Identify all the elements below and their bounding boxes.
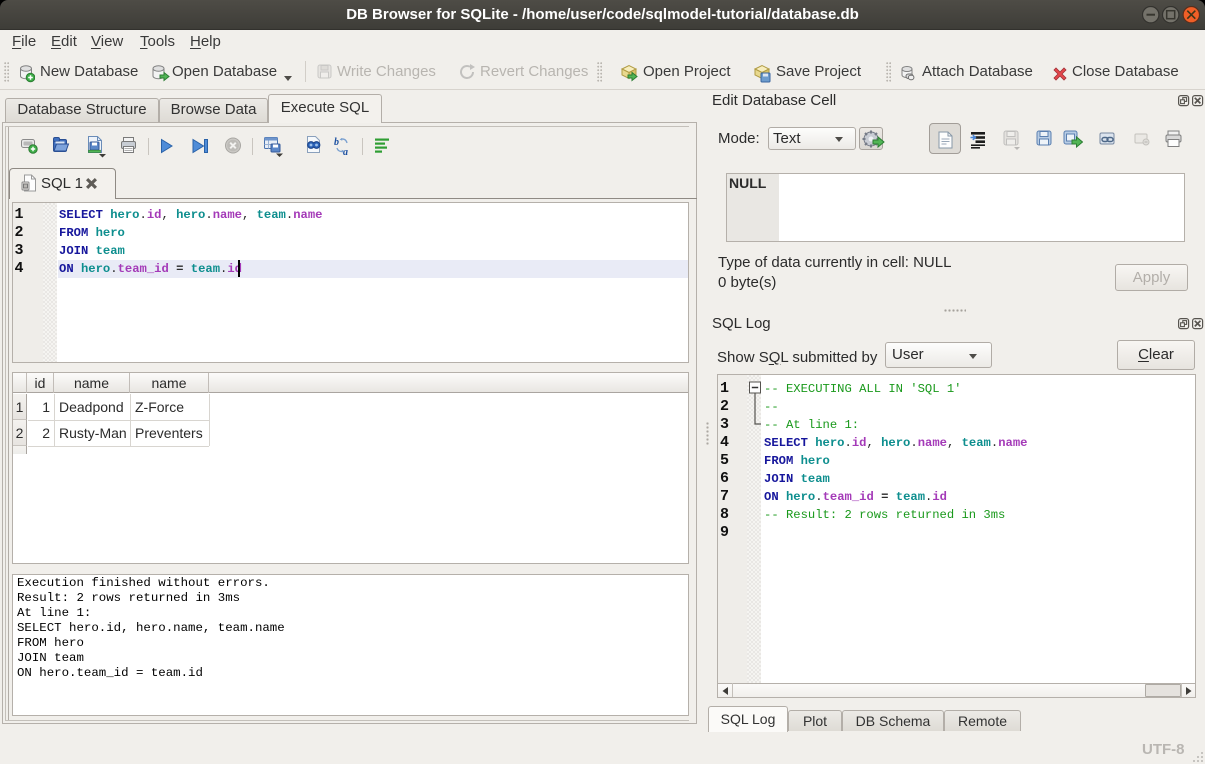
- svg-text:b: b: [334, 137, 339, 148]
- svg-text:a: a: [343, 147, 348, 158]
